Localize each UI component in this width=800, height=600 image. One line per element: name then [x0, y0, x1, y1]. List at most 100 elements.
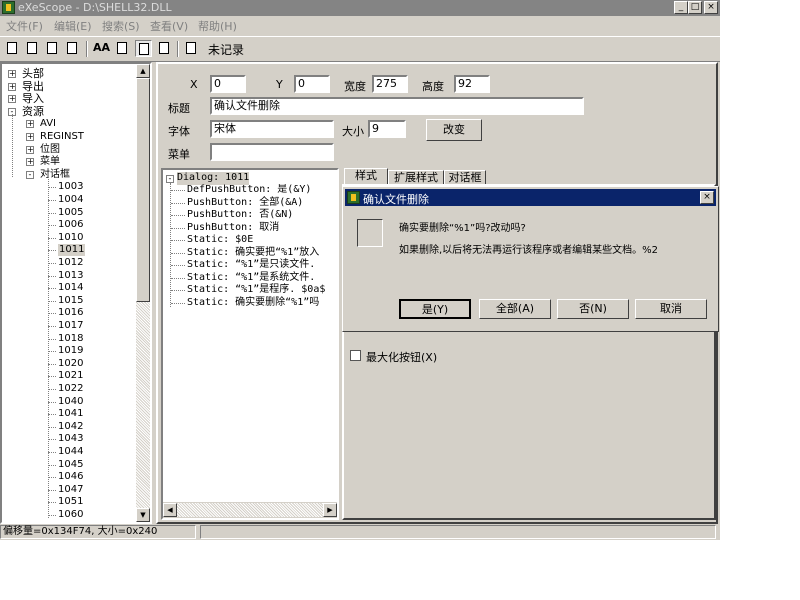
bookmark-button[interactable] [183, 40, 200, 57]
control-item[interactable]: Static: “%1”是系统文件. [187, 272, 315, 285]
tree-item[interactable]: 位图 [40, 144, 60, 156]
control-item[interactable]: Static: 确实要把“%1”放入 [187, 247, 319, 260]
x-input[interactable]: 0 [210, 75, 246, 93]
control-item[interactable]: Static: $0E [187, 234, 253, 247]
dialog-cancel-button[interactable]: 取消 [635, 299, 707, 319]
scroll-right-button[interactable]: ▶ [323, 503, 337, 517]
height-input[interactable]: 92 [454, 75, 490, 93]
tree-expander[interactable]: + [8, 82, 16, 91]
tree-item[interactable]: 1043 [58, 433, 83, 445]
tree-item[interactable]: 1003 [58, 181, 83, 193]
control-item[interactable]: DefPushButton: 是(&Y) [187, 184, 311, 197]
tree-item[interactable]: 1018 [58, 333, 83, 345]
dialog-icon-placeholder [357, 219, 383, 247]
control-item[interactable]: PushButton: 取消 [187, 222, 279, 235]
maximize-box-label: 最大化按钮(X) [366, 351, 438, 364]
tree-item[interactable]: 头部 [22, 68, 44, 80]
menu-edit[interactable]: 编辑(E) [54, 18, 92, 34]
tree-item[interactable]: 导出 [22, 80, 44, 93]
menu-help[interactable]: 帮助(H) [198, 18, 237, 34]
font-button[interactable]: AA [92, 40, 110, 57]
hscroll-track[interactable] [177, 503, 323, 517]
dialog-edit-button[interactable] [135, 40, 152, 57]
scroll-down-button[interactable]: ▼ [136, 508, 150, 522]
tree-item[interactable]: 1011 [58, 244, 86, 257]
minimize-button[interactable]: _ [674, 1, 688, 14]
preview-dialog-close-button[interactable]: × [700, 191, 714, 204]
dialog-yes-button[interactable]: 是(Y) [399, 299, 471, 319]
tree-expander[interactable]: + [26, 158, 34, 167]
font-input[interactable]: 宋体 [210, 120, 334, 138]
tree-item[interactable]: 1019 [58, 345, 83, 357]
tree-item[interactable]: 1005 [58, 207, 83, 219]
control-item[interactable]: PushButton: 否(&N) [187, 209, 293, 222]
tree-item[interactable]: 1017 [58, 320, 83, 332]
dialog-no-button[interactable]: 否(N) [557, 299, 629, 319]
menu-file[interactable]: 文件(F) [6, 18, 43, 34]
tree-item[interactable]: 1051 [58, 496, 83, 508]
tree-item[interactable]: 1012 [58, 257, 83, 269]
tree-item[interactable]: 导入 [22, 93, 44, 105]
tree-item[interactable]: 1006 [58, 219, 83, 231]
control-tree-root[interactable]: Dialog: 1011 [177, 172, 250, 185]
dialog-button[interactable] [114, 40, 131, 57]
save-button[interactable] [24, 40, 41, 57]
tree-scrollbar[interactable]: ▲ ▼ [136, 64, 150, 522]
tree-item[interactable]: 1010 [58, 232, 83, 244]
tree-item[interactable]: 1042 [58, 421, 83, 433]
tree-item[interactable]: AVI [40, 118, 56, 130]
control-tree[interactable]: - Dialog: 1011 DefPushButton: 是(&Y) PushB… [161, 168, 339, 520]
tree-item[interactable]: 1060 [58, 509, 83, 520]
open-button[interactable] [4, 40, 21, 57]
dialog-view-button[interactable] [156, 40, 173, 57]
tree-item[interactable]: 1016 [58, 307, 83, 319]
size-input[interactable]: 9 [368, 120, 406, 138]
scroll-up-button[interactable]: ▲ [136, 64, 150, 78]
menu-input[interactable] [210, 143, 334, 161]
tree-item[interactable]: 1046 [58, 471, 83, 483]
save-all-button[interactable] [44, 40, 61, 57]
maximize-box-checkbox[interactable] [350, 350, 361, 361]
menu-view[interactable]: 查看(V) [150, 18, 188, 34]
tree-item[interactable]: 1014 [58, 282, 83, 294]
control-tree-hscroll[interactable]: ◀ ▶ [163, 502, 337, 518]
export-button[interactable] [64, 40, 81, 57]
tree-item[interactable]: 1004 [58, 194, 83, 206]
tree-expander[interactable]: + [8, 95, 16, 104]
tree-expander[interactable]: + [8, 70, 16, 78]
control-item[interactable]: Static: “%1”是只读文件. [187, 259, 315, 272]
tree-item[interactable]: 对话框 [40, 169, 70, 181]
maximize-button[interactable]: □ [688, 1, 702, 14]
tree-expander[interactable]: + [26, 145, 34, 154]
tree-item[interactable]: REGINST [40, 131, 84, 143]
width-input[interactable]: 275 [372, 75, 408, 93]
tree-item[interactable]: 1040 [58, 396, 83, 408]
tree-expander[interactable]: - [26, 170, 34, 179]
tree-expander[interactable]: + [26, 120, 34, 129]
tree-item[interactable]: 1020 [58, 358, 83, 370]
tree-item[interactable]: 资源 [22, 105, 44, 118]
control-item[interactable]: Static: 确实要删除“%1”吗 [187, 297, 319, 310]
close-button[interactable]: × [704, 1, 718, 14]
control-tree-collapse[interactable]: - [166, 175, 174, 183]
tree-item[interactable]: 1022 [58, 383, 83, 395]
control-item[interactable]: Static: “%1”是程序. $0a$ [187, 284, 325, 297]
scroll-left-button[interactable]: ◀ [163, 503, 177, 517]
dialog-all-button[interactable]: 全部(A) [479, 299, 551, 319]
tree-item[interactable]: 1013 [58, 270, 83, 282]
tree-item[interactable]: 1047 [58, 484, 83, 496]
tree-expander[interactable]: + [26, 133, 34, 141]
tree-item[interactable]: 菜单 [40, 156, 60, 168]
tree-item[interactable]: 1045 [58, 459, 83, 471]
tree-item[interactable]: 1015 [58, 295, 83, 307]
control-item[interactable]: PushButton: 全部(&A) [187, 197, 303, 210]
y-input[interactable]: 0 [294, 75, 330, 93]
scroll-thumb[interactable] [136, 78, 150, 302]
menu-search[interactable]: 搜索(S) [102, 18, 140, 34]
change-font-button[interactable]: 改变 [426, 119, 482, 141]
tree-item[interactable]: 1041 [58, 408, 83, 420]
resource-tree[interactable]: + 头部 + 导出 + 导入 - 资源 + AVI + REGINST + 位图 + 菜单 - 对话框 1003 10… [0, 62, 152, 524]
tree-item[interactable]: 1044 [58, 446, 83, 458]
caption-input[interactable]: 确认文件删除 [210, 97, 584, 115]
tree-item[interactable]: 1021 [58, 370, 83, 382]
